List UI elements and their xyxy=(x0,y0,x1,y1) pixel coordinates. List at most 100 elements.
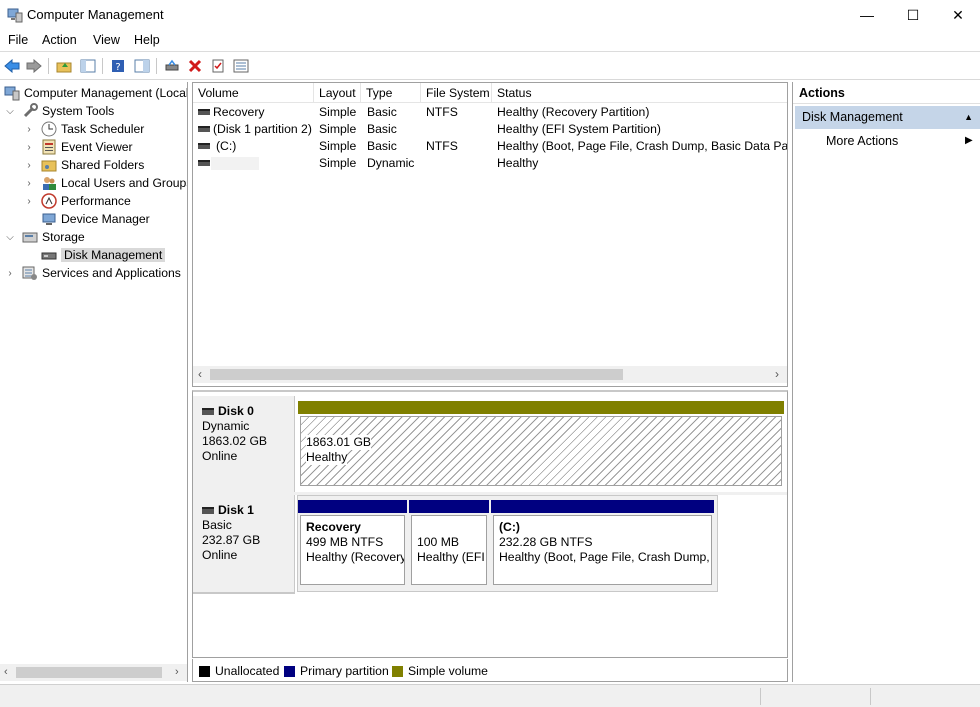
table-row[interactable]: (Disk 1 partition 2) Simple Basic Health… xyxy=(193,121,787,138)
partition-status: Healthy xyxy=(306,450,348,465)
help-icon[interactable]: ? xyxy=(109,57,127,75)
disk-icon xyxy=(202,507,214,514)
column-header-volume[interactable]: Volume xyxy=(193,83,314,103)
column-header-file-system[interactable]: File System xyxy=(421,83,492,103)
back-arrow-icon[interactable] xyxy=(3,57,21,75)
disk-name: Disk 0 xyxy=(218,404,254,418)
computer-icon xyxy=(4,85,20,101)
cell-volume: (C:) xyxy=(216,139,237,153)
cell-layout: Simple xyxy=(319,105,357,119)
list-view-icon[interactable] xyxy=(232,57,250,75)
cell-type: Basic xyxy=(367,105,397,119)
table-row[interactable]: Simple Dynamic Healthy xyxy=(193,155,787,172)
tree-item-local-users[interactable]: Local Users and Groups xyxy=(41,174,187,192)
disk-drive-icon xyxy=(41,247,57,263)
table-row[interactable]: Recovery Simple Basic NTFS Healthy (Reco… xyxy=(193,104,787,121)
tree-item-shared-folders[interactable]: Shared Folders xyxy=(41,156,144,174)
partition-recovery[interactable]: Recovery 499 MB NTFS Healthy (Recovery xyxy=(298,500,407,587)
tools-icon xyxy=(22,103,38,119)
menu-view[interactable]: View xyxy=(93,33,120,47)
disk-icon xyxy=(202,408,214,415)
partition-name: Recovery xyxy=(306,520,361,534)
legend-swatch xyxy=(199,665,210,677)
submenu-arrow-icon[interactable]: ▶ xyxy=(965,135,973,146)
disk-state: Online xyxy=(202,449,238,463)
up-folder-icon[interactable] xyxy=(55,57,73,75)
tree-item-system-tools[interactable]: System Tools xyxy=(22,102,114,120)
legend-unallocated: Unallocated xyxy=(199,664,279,678)
volume-icon xyxy=(198,109,210,115)
tree-label: Shared Folders xyxy=(61,158,145,172)
cell-volume: Recovery xyxy=(213,105,265,119)
scroll-right-icon[interactable]: › xyxy=(175,666,179,678)
table-row[interactable]: (C:) Simple Basic NTFS Healthy (Boot, Pa… xyxy=(193,138,787,155)
simple-volume-bar xyxy=(298,401,784,414)
disk-0-label[interactable]: Disk 0 Dynamic 1863.02 GB Online xyxy=(193,396,295,492)
chevron-right-icon[interactable]: › xyxy=(24,192,34,210)
tree-item-storage[interactable]: Storage xyxy=(22,228,85,246)
partition-size: 1863.01 GB xyxy=(306,435,372,450)
tree-item-root[interactable]: Computer Management (Local xyxy=(4,84,188,102)
collapse-up-icon[interactable]: ▲ xyxy=(964,106,973,129)
show-hide-tree-icon[interactable] xyxy=(79,57,97,75)
disk-1-title: Disk 1 xyxy=(202,503,294,518)
delete-icon[interactable] xyxy=(186,57,204,75)
volume-list: Volume Layout Type File System Status Re… xyxy=(192,82,788,387)
tree-item-device-manager[interactable]: Device Manager xyxy=(41,210,150,228)
properties-icon[interactable] xyxy=(209,57,227,75)
partition-c[interactable]: (C:) 232.28 GB NTFS Healthy (Boot, Page … xyxy=(491,500,714,587)
volume-icon xyxy=(198,143,210,149)
cell-volume xyxy=(213,155,313,172)
disk-0-partition[interactable]: 1863.01 GB Healthy xyxy=(298,401,784,488)
chevron-right-icon[interactable]: › xyxy=(24,156,34,174)
scrollbar-thumb[interactable] xyxy=(210,369,623,380)
scroll-left-icon[interactable]: ‹ xyxy=(198,367,202,381)
show-action-pane-icon[interactable] xyxy=(133,57,151,75)
volume-horizontal-scrollbar[interactable]: ‹ › xyxy=(193,366,787,383)
tree-item-event-viewer[interactable]: Event Viewer xyxy=(41,138,133,156)
chevron-right-icon[interactable]: › xyxy=(24,120,34,138)
legend-label: Primary partition xyxy=(300,664,389,678)
connect-drive-icon[interactable] xyxy=(163,57,181,75)
tree-item-disk-management[interactable]: Disk Management xyxy=(41,246,166,264)
chevron-right-icon[interactable]: › xyxy=(5,264,15,282)
forward-arrow-icon[interactable] xyxy=(25,57,43,75)
tree-item-services[interactable]: Services and Applications xyxy=(22,264,181,282)
partition-status: Healthy (Boot, Page File, Crash Dump, E xyxy=(499,550,712,564)
cell-type: Basic xyxy=(367,139,397,153)
primary-partition-bar xyxy=(298,500,407,513)
column-header-layout[interactable]: Layout xyxy=(314,83,361,103)
cell-status: Healthy (Recovery Partition) xyxy=(497,105,650,119)
chevron-down-icon[interactable]: ⌵ xyxy=(5,228,15,246)
scroll-left-icon[interactable]: ‹ xyxy=(4,666,8,678)
scroll-right-icon[interactable]: › xyxy=(775,367,779,381)
tree-item-performance[interactable]: Performance xyxy=(41,192,131,210)
tree-item-task-scheduler[interactable]: Task Scheduler xyxy=(41,120,144,138)
cell-status: Healthy xyxy=(497,156,539,170)
primary-partition-bar xyxy=(409,500,489,513)
menu-bar: File Action View Help xyxy=(0,30,980,52)
maximize-button[interactable]: ☐ xyxy=(890,0,936,30)
close-button[interactable]: ✕ xyxy=(935,0,980,30)
menu-file[interactable]: File xyxy=(8,33,28,47)
chevron-down-icon[interactable]: ⌵ xyxy=(5,102,15,120)
tree-label: Disk Management xyxy=(61,248,166,262)
tree-label: Event Viewer xyxy=(61,140,133,154)
partition-efi[interactable]: 100 MB Healthy (EFI xyxy=(409,500,489,587)
actions-section-disk-management[interactable]: Disk Management ▲ xyxy=(795,106,980,129)
scrollbar-thumb[interactable] xyxy=(16,667,162,678)
services-icon xyxy=(22,265,38,281)
disk-1-label[interactable]: Disk 1 Basic 232.87 GB Online xyxy=(193,495,295,592)
more-actions-item[interactable]: More Actions xyxy=(826,134,898,148)
title-bar: Computer Management — ☐ ✕ xyxy=(0,0,980,30)
column-header-type[interactable]: Type xyxy=(361,83,421,103)
disk-name: Disk 1 xyxy=(218,503,254,517)
chevron-right-icon[interactable]: › xyxy=(24,174,34,192)
chevron-right-icon[interactable]: › xyxy=(24,138,34,156)
menu-help[interactable]: Help xyxy=(134,33,160,47)
minimize-button[interactable]: — xyxy=(844,0,890,30)
menu-action[interactable]: Action xyxy=(42,33,77,47)
tree-label: Computer Management (Local xyxy=(24,86,188,100)
tree-horizontal-scrollbar[interactable]: ‹ › xyxy=(0,664,187,681)
column-header-status[interactable]: Status xyxy=(492,83,787,103)
